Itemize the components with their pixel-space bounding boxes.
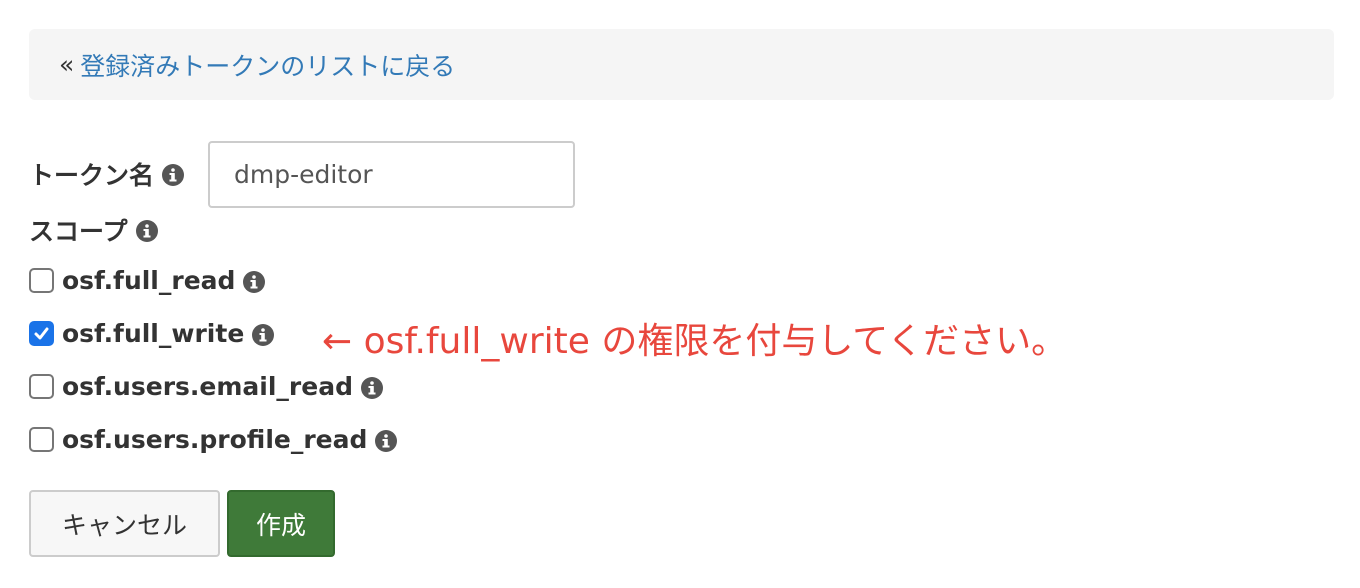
- scope-label-full-read: osf.full_read: [62, 266, 236, 295]
- scope-checkbox-email-read[interactable]: [29, 374, 54, 399]
- info-icon[interactable]: [375, 429, 398, 452]
- scope-checkbox-full-write[interactable]: [29, 321, 54, 346]
- token-name-label: トークン名: [29, 161, 155, 190]
- info-icon[interactable]: [243, 270, 266, 293]
- create-button[interactable]: 作成: [227, 490, 335, 557]
- scope-label-full-write: osf.full_write: [62, 319, 245, 348]
- back-to-token-list-link[interactable]: 登録済みトークンのリストに戻る: [80, 47, 455, 83]
- info-icon[interactable]: [135, 219, 158, 242]
- scope-option-profile-read: osf.users.profile_read: [29, 425, 398, 454]
- instruction-annotation: ← osf.full_write の権限を付与してください。: [322, 321, 1068, 362]
- info-icon[interactable]: [162, 163, 185, 186]
- scope-label-profile-read: osf.users.profile_read: [62, 425, 368, 454]
- scope-checkbox-full-read[interactable]: [29, 268, 54, 293]
- token-create-page: « 登録済みトークンのリストに戻る トークン名 スコープ osf.full_re…: [0, 0, 1360, 588]
- scope-label-row: スコープ: [29, 212, 158, 248]
- double-chevron-left-icon: «: [59, 50, 75, 79]
- scope-label: スコープ: [29, 217, 128, 246]
- scope-label-email-read: osf.users.email_read: [62, 372, 353, 401]
- cancel-button[interactable]: キャンセル: [29, 490, 220, 557]
- token-name-input[interactable]: [208, 141, 575, 208]
- token-name-label-row: トークン名: [29, 156, 185, 192]
- info-icon[interactable]: [360, 376, 383, 399]
- checkmark-icon: [34, 327, 49, 340]
- back-bar: « 登録済みトークンのリストに戻る: [29, 29, 1334, 100]
- info-icon[interactable]: [252, 323, 275, 346]
- scope-option-full-write: osf.full_write: [29, 319, 275, 348]
- scope-checkbox-profile-read[interactable]: [29, 427, 54, 452]
- scope-option-full-read: osf.full_read: [29, 266, 266, 295]
- scope-option-email-read: osf.users.email_read: [29, 372, 383, 401]
